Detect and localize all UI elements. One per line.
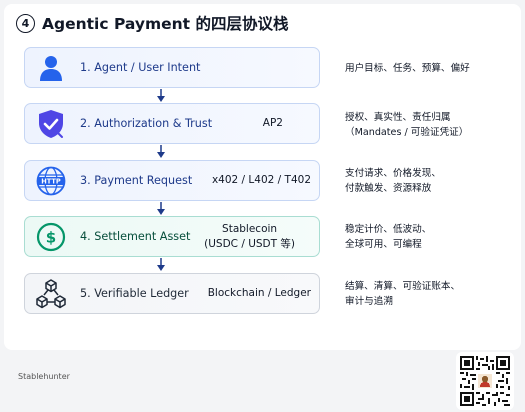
layer-tag: Blockchain / Ledger: [208, 274, 311, 313]
tag-line: Stablecoin: [222, 222, 278, 235]
description-line: 付款触发、资源释放: [345, 183, 432, 194]
qr-code: [456, 352, 514, 410]
arrow-down-icon: [157, 258, 165, 271]
brand-label: Stablehunter: [18, 372, 70, 381]
arrow-down-icon: [157, 202, 165, 215]
layer-description: 稳定计价、低波动、 全球可用、可编程: [345, 222, 515, 252]
description-line: 稳定计价、低波动、: [345, 224, 432, 235]
qr-code-icon: [460, 356, 510, 406]
layer-tag: Stablecoin (USDC / USDT 等): [204, 217, 295, 256]
dollar-coin-icon: $: [35, 221, 67, 253]
layer-tag: AP2: [263, 104, 283, 143]
page-title: 4 Agentic Payment 的四层协议栈: [16, 11, 288, 35]
description-line: 全球可用、可编程: [345, 239, 422, 250]
layer-description: 结算、清算、可验证账本、 审计与追溯: [345, 279, 515, 309]
description-line: 审计与追溯: [345, 296, 393, 307]
description-line: 授权、真实性、责任归属: [345, 112, 451, 123]
http-globe-icon: HTTP: [35, 165, 67, 197]
tag-line: x402 / L402 / T402: [211, 174, 311, 186]
layer-description: 用户目标、任务、预算、偏好: [345, 61, 515, 76]
layer-agent-intent: 1. Agent / User Intent: [24, 47, 320, 88]
tag-line: (USDC / USDT 等): [204, 237, 295, 250]
layer-name: 1. Agent / User Intent: [80, 61, 201, 74]
layer-verifiable-ledger: 5. Verifiable Ledger Blockchain / Ledger: [24, 273, 320, 314]
tag-line: AP2: [262, 117, 283, 129]
layer-name: 2. Authorization & Trust: [80, 117, 213, 130]
svg-text:$: $: [46, 229, 56, 247]
arrow-down-icon: [157, 145, 165, 158]
layer-name: 5. Verifiable Ledger: [80, 287, 189, 300]
svg-text:HTTP: HTTP: [41, 178, 61, 186]
layer-description: 授权、真实性、责任归属 （Mandates / 可验证凭证）: [345, 110, 515, 140]
title-number-badge: 4: [16, 13, 35, 33]
title-text: Agentic Payment 的四层协议栈: [42, 15, 289, 33]
blockchain-cubes-icon: [35, 278, 67, 310]
description-line: 用户目标、任务、预算、偏好: [345, 63, 470, 74]
layer-tag: x402 / L402 / T402: [212, 161, 311, 200]
description-line: 支付请求、价格发现、: [345, 168, 441, 179]
tag-line: Blockchain / Ledger: [207, 287, 311, 299]
layer-authorization-trust: 2. Authorization & Trust AP2: [24, 103, 320, 144]
arrow-down-icon: [157, 89, 165, 102]
layer-settlement-asset: $ 4. Settlement Asset Stablecoin (USDC /…: [24, 216, 320, 257]
layer-name: 3. Payment Request: [80, 174, 193, 187]
layer-payment-request: HTTP 3. Payment Request x402 / L402 / T4…: [24, 160, 320, 201]
layer-name: 4. Settlement Asset: [80, 230, 191, 243]
user-icon: [35, 52, 67, 84]
layer-description: 支付请求、价格发现、 付款触发、资源释放: [345, 166, 515, 196]
description-line: 结算、清算、可验证账本、: [345, 281, 461, 292]
shield-check-icon: [35, 108, 67, 140]
description-line: （Mandates / 可验证凭证）: [345, 127, 469, 138]
